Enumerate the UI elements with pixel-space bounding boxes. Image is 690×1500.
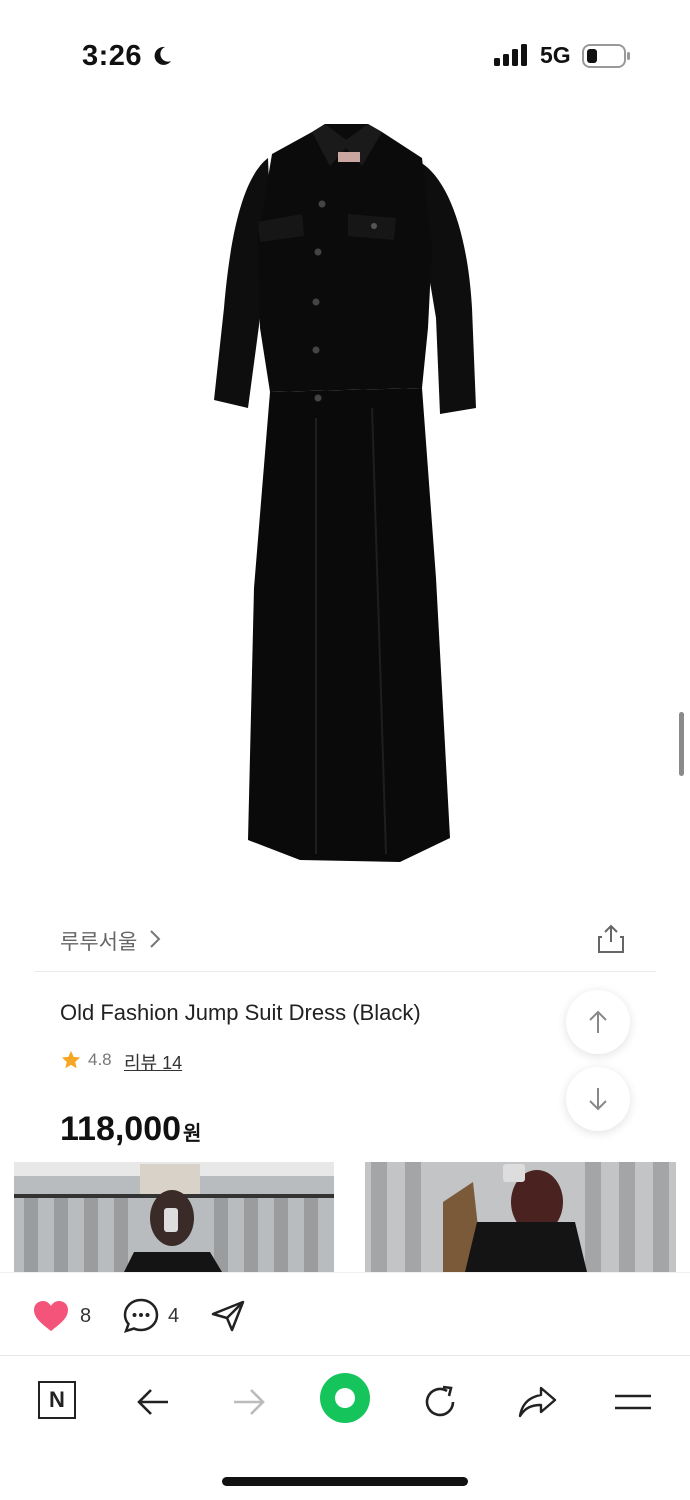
browser-nav-bar: N — [0, 1357, 690, 1500]
back-button[interactable] — [128, 1377, 178, 1427]
review-photo[interactable] — [14, 1162, 334, 1272]
moon-icon — [154, 46, 171, 65]
status-time: 3:26 — [82, 40, 143, 72]
review-link[interactable]: 리뷰 14 — [124, 1049, 182, 1075]
send-icon[interactable] — [210, 1299, 246, 1333]
green-home-dot — [335, 1388, 355, 1408]
battery-icon — [582, 44, 630, 68]
refresh-icon — [425, 1385, 455, 1417]
forward-button[interactable] — [224, 1377, 274, 1427]
chevron-right-icon — [150, 930, 161, 948]
store-name[interactable]: 루루서울 — [60, 926, 137, 956]
heart-icon[interactable] — [32, 1299, 70, 1333]
arrow-up-icon — [589, 1010, 607, 1033]
naver-logo-button[interactable]: N — [38, 1381, 76, 1419]
share-arrow-icon — [518, 1386, 557, 1418]
comment-count: 4 — [168, 1305, 180, 1327]
scroll-down-button[interactable] — [566, 1067, 630, 1131]
review-photo[interactable] — [365, 1162, 676, 1272]
signal-icon — [494, 44, 527, 66]
price: 118,000 원 — [60, 1110, 201, 1149]
share-icon[interactable] — [596, 924, 626, 954]
refresh-button[interactable] — [415, 1377, 465, 1427]
share-arrow-button[interactable] — [512, 1377, 562, 1427]
price-currency: 원 — [183, 1123, 202, 1145]
menu-icon — [615, 1394, 651, 1410]
scroll-up-button[interactable] — [566, 990, 630, 1054]
forward-arrow-icon — [234, 1389, 265, 1415]
store-row[interactable]: 루루서울 — [34, 916, 656, 972]
green-home-icon[interactable] — [320, 1373, 370, 1423]
status-bar: 3:26 5G — [0, 0, 690, 110]
home-indicator[interactable] — [222, 1477, 468, 1486]
product-image[interactable] — [150, 118, 540, 878]
comment-icon[interactable] — [122, 1297, 160, 1335]
like-count: 8 — [80, 1305, 92, 1327]
scroll-indicator[interactable] — [679, 712, 684, 776]
network-type: 5G — [540, 42, 571, 68]
price-value: 118,000 — [60, 1110, 182, 1148]
arrow-down-icon — [589, 1088, 607, 1111]
social-bar: 8 4 — [0, 1272, 690, 1356]
menu-button[interactable] — [608, 1377, 658, 1427]
back-arrow-icon — [137, 1389, 168, 1415]
rating-value: 4.8 — [88, 1050, 112, 1069]
star-icon — [61, 1050, 81, 1069]
product-title: Old Fashion Jump Suit Dress (Black) — [60, 1000, 421, 1025]
